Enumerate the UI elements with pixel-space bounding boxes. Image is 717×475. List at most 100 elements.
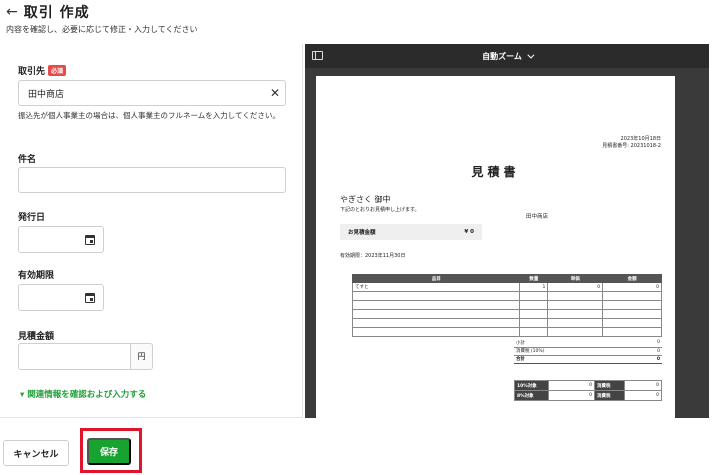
summary-value: 0 bbox=[635, 347, 662, 356]
summary-row: 合計 0 bbox=[514, 355, 662, 364]
summary-value: 0 bbox=[635, 355, 662, 364]
table-row bbox=[351, 327, 662, 337]
partner-input[interactable]: 田中商店 ✕ bbox=[18, 80, 286, 106]
amount-field[interactable]: 円 bbox=[18, 343, 153, 370]
preview-toolbar: 自動ズーム bbox=[305, 44, 709, 68]
empty-cell bbox=[602, 300, 662, 310]
empty-cell bbox=[519, 318, 549, 328]
empty-cell bbox=[519, 300, 549, 310]
document-intro: 下記のとおりお見積申し上げます。 bbox=[340, 207, 420, 213]
document-amount-value: ¥ 0 bbox=[464, 229, 474, 235]
empty-cell bbox=[351, 300, 521, 310]
page-title: 取引 作成 bbox=[23, 5, 90, 21]
chevron-down-icon bbox=[527, 51, 535, 59]
item-amount: 0 bbox=[602, 282, 662, 292]
empty-cell bbox=[351, 291, 521, 301]
table-row bbox=[351, 291, 662, 301]
sidebar-toggle-icon[interactable] bbox=[312, 51, 323, 60]
tax-value: 0 bbox=[624, 380, 662, 391]
empty-cell bbox=[351, 318, 521, 328]
empty-cell bbox=[519, 309, 549, 319]
item-name: てすと bbox=[351, 282, 521, 292]
amount-label: 見積金額 bbox=[18, 332, 55, 342]
zoom-label: 自動ズーム bbox=[482, 51, 522, 61]
tax-rate-label: 10%対象 bbox=[514, 380, 549, 391]
calendar-icon[interactable] bbox=[85, 292, 95, 303]
document-number: 見積書番号: 20231018-2 bbox=[602, 143, 661, 149]
yen-unit: 円 bbox=[130, 344, 152, 369]
tax-row: 8%対象 0 消費税 0 bbox=[514, 390, 662, 401]
empty-cell bbox=[547, 327, 604, 337]
clear-icon[interactable]: ✕ bbox=[265, 86, 285, 100]
partner-input-value: 田中商店 bbox=[28, 89, 65, 100]
items-table: 品目 数量 単価 金額 てすと 1 0 0 bbox=[351, 274, 662, 337]
table-row bbox=[351, 309, 662, 319]
partner-label-text: 取引先 bbox=[18, 67, 46, 77]
table-header: 数量 bbox=[519, 274, 549, 283]
zoom-select[interactable]: 自動ズーム bbox=[482, 51, 535, 62]
summary-label: 合計 bbox=[514, 355, 636, 364]
title-row: ← 取引 作成 bbox=[6, 2, 198, 22]
document-date: 2023年10月18日 bbox=[620, 136, 661, 142]
form-panel: 取引先 必須 田中商店 ✕ 振込先が個人事業主の場合は、個人事業主のフルネームを… bbox=[0, 44, 303, 418]
back-arrow-icon[interactable]: ← bbox=[6, 4, 18, 20]
tax-row: 10%対象 0 消費税 0 bbox=[514, 380, 662, 391]
tax-rate-value: 0 bbox=[548, 390, 595, 401]
document-title: 見積書 bbox=[471, 165, 520, 179]
document-issuer: 田中商店 bbox=[526, 214, 549, 220]
document-client: やぎさく 御中 bbox=[340, 195, 391, 204]
summary-value: 0 bbox=[635, 339, 662, 348]
partner-hint: 振込先が個人事業主の場合は、個人事業主のフルネームを入力してください。 bbox=[18, 111, 280, 120]
empty-cell bbox=[547, 318, 604, 328]
summary-row: 小計 0 bbox=[514, 339, 662, 348]
pdf-preview: 自動ズーム 2023年10月18日 見積書番号: 20231018-2 見積書 … bbox=[305, 44, 709, 420]
summary-label: 消費税 (10%) bbox=[514, 347, 636, 356]
tax-rate-label: 8%対象 bbox=[514, 390, 549, 401]
save-button[interactable]: 保存 bbox=[87, 438, 131, 465]
expiry-label: 有効期限 bbox=[18, 271, 55, 281]
subject-input[interactable] bbox=[18, 167, 286, 193]
summary-table: 小計 0 消費税 (10%) 0 合計 0 bbox=[514, 339, 662, 364]
required-badge: 必須 bbox=[48, 65, 67, 76]
document-validity: 有効期限：2023年11月30日 bbox=[340, 253, 406, 259]
empty-cell bbox=[547, 291, 604, 301]
empty-cell bbox=[519, 327, 549, 337]
item-qty: 1 bbox=[519, 282, 549, 292]
page-subtitle: 内容を確認し、必要に応じて修正・入力してください bbox=[6, 25, 198, 34]
empty-cell bbox=[519, 291, 549, 301]
expiry-input[interactable] bbox=[18, 284, 104, 311]
table-header: 金額 bbox=[602, 274, 662, 283]
document-date-block: 2023年10月18日 見積書番号: 20231018-2 bbox=[602, 136, 661, 150]
document-amount-box: お見積金額 ¥ 0 bbox=[340, 224, 482, 240]
empty-cell bbox=[602, 318, 662, 328]
tax-label: 消費税 bbox=[594, 380, 625, 391]
calendar-icon[interactable] bbox=[85, 234, 95, 245]
document-amount-label: お見積金額 bbox=[348, 230, 376, 236]
empty-cell bbox=[547, 300, 604, 310]
document-page: 2023年10月18日 見積書番号: 20231018-2 見積書 やぎさく 御… bbox=[316, 76, 675, 420]
items-table-header: 品目 数量 単価 金額 bbox=[351, 274, 662, 283]
empty-cell bbox=[547, 309, 604, 319]
empty-cell bbox=[602, 291, 662, 301]
tax-label: 消費税 bbox=[594, 390, 625, 401]
empty-cell bbox=[602, 327, 662, 337]
issue-date-input[interactable] bbox=[18, 226, 104, 253]
empty-cell bbox=[602, 309, 662, 319]
issue-date-label: 発行日 bbox=[18, 213, 46, 223]
partner-label: 取引先 必須 bbox=[18, 64, 67, 77]
page-header: ← 取引 作成 内容を確認し、必要に応じて修正・入力してください bbox=[6, 2, 198, 35]
table-header: 品目 bbox=[351, 274, 521, 283]
summary-row: 消費税 (10%) 0 bbox=[514, 347, 662, 356]
tax-table: 10%対象 0 消費税 0 8%対象 0 消費税 0 bbox=[514, 380, 662, 401]
related-info-link[interactable]: ▾ 関連情報を確認および入力する bbox=[20, 388, 146, 400]
amount-input[interactable] bbox=[19, 344, 130, 369]
summary-label: 小計 bbox=[514, 339, 636, 348]
empty-cell bbox=[351, 327, 521, 337]
empty-cell bbox=[351, 309, 521, 319]
table-header: 単価 bbox=[547, 274, 604, 283]
table-row: てすと 1 0 0 bbox=[351, 282, 662, 292]
table-row bbox=[351, 300, 662, 310]
item-price: 0 bbox=[547, 282, 604, 292]
cancel-button[interactable]: キャンセル bbox=[3, 440, 69, 466]
tax-rate-value: 0 bbox=[548, 380, 595, 391]
